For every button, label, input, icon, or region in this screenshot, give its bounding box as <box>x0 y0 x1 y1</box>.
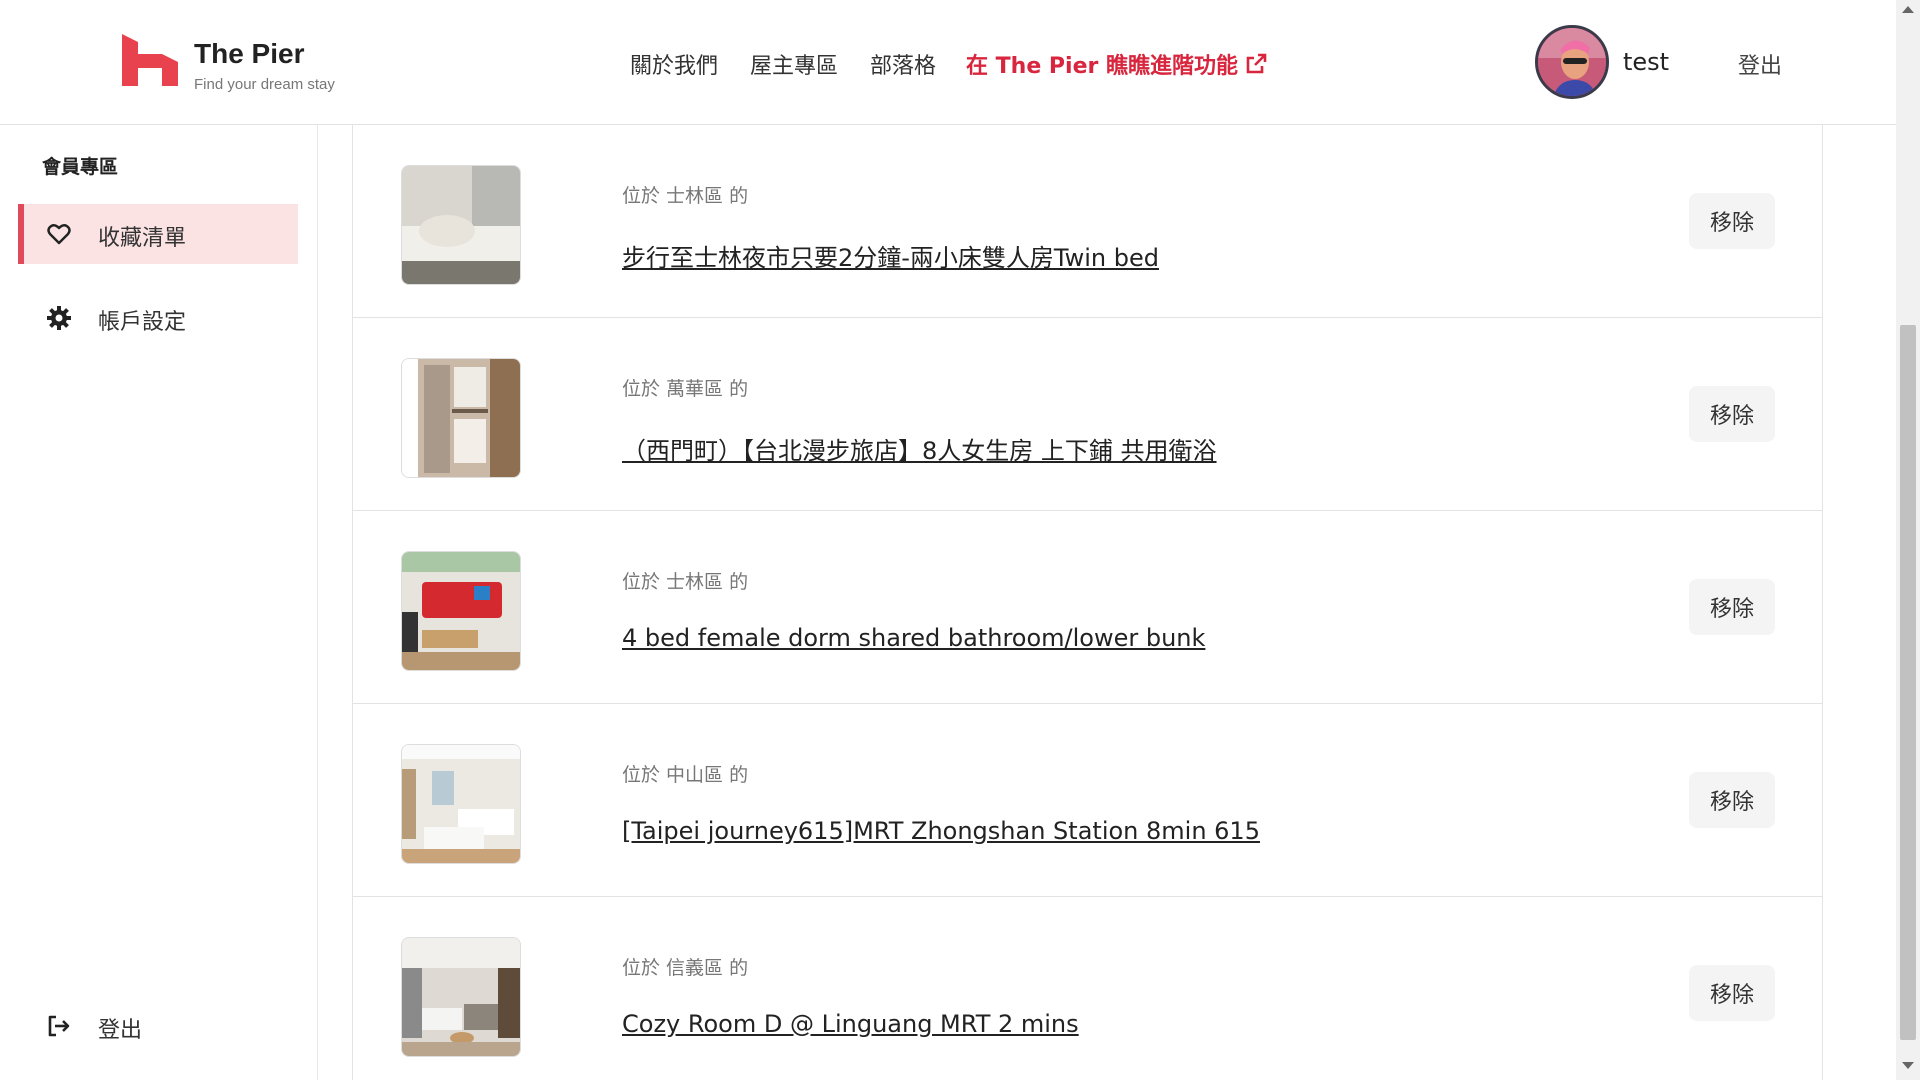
listing-thumbnail[interactable] <box>401 165 521 285</box>
logo-icon[interactable] <box>122 34 178 86</box>
listing-thumbnail[interactable] <box>401 744 521 864</box>
sidebar: 會員專區 收藏清單 帳戶設定 登出 <box>0 125 318 1080</box>
sidebar-item-account-settings[interactable]: 帳戶設定 <box>18 288 298 348</box>
listing-title-link[interactable]: 4 bed female dorm shared bathroom/lower … <box>622 624 1205 652</box>
header-logout-link[interactable]: 登出 <box>1738 48 1782 80</box>
external-link-icon <box>1246 53 1267 74</box>
listing-location: 位於 中山區 的 <box>622 764 749 786</box>
listing-title-link[interactable]: Cozy Room D @ Linguang MRT 2 mins <box>622 1010 1079 1038</box>
page-scrollbar[interactable] <box>1896 0 1920 1080</box>
scroll-down-arrow-icon[interactable] <box>1902 1062 1914 1069</box>
scrollbar-thumb[interactable] <box>1900 325 1916 1040</box>
top-header: The Pier Find your dream stay 關於我們 屋主專區 … <box>0 0 1896 125</box>
remove-button[interactable]: 移除 <box>1689 579 1775 635</box>
heart-icon <box>47 224 71 245</box>
nav-advanced-features[interactable]: 在 The Pier 瞧瞧進階功能 <box>966 48 1268 80</box>
listing-location: 位於 萬華區 的 <box>622 378 749 400</box>
scroll-up-arrow-icon[interactable] <box>1902 6 1914 13</box>
avatar-image <box>1538 28 1606 96</box>
sidebar-title: 會員專區 <box>42 156 119 178</box>
remove-button[interactable]: 移除 <box>1689 772 1775 828</box>
sidebar-logout-label: 登出 <box>98 1018 143 1043</box>
listing-title-link[interactable]: （西門町）【台北漫步旅店】8人女生房 上下鋪 共用衛浴 <box>622 431 1217 466</box>
listing-title-link[interactable]: 步行至士林夜市只要2分鐘-兩小床雙人房Twin bed <box>622 238 1159 273</box>
list-item: 位於 萬華區 的 （西門町）【台北漫步旅店】8人女生房 上下鋪 共用衛浴 移除 <box>353 318 1822 511</box>
listing-thumbnail[interactable] <box>401 937 521 1057</box>
nav-host[interactable]: 屋主專區 <box>750 48 838 80</box>
listing-location: 位於 信義區 的 <box>622 957 749 979</box>
brand-tagline: Find your dream stay <box>194 76 335 93</box>
nav-blog[interactable]: 部落格 <box>870 48 936 80</box>
logout-icon <box>48 1015 70 1037</box>
listing-location: 位於 士林區 的 <box>622 185 749 207</box>
list-item: 位於 士林區 的 步行至士林夜市只要2分鐘-兩小床雙人房Twin bed 移除 <box>353 125 1822 318</box>
listing-thumbnail[interactable] <box>401 358 521 478</box>
nav-about[interactable]: 關於我們 <box>630 48 718 80</box>
listing-location: 位於 士林區 的 <box>622 571 749 593</box>
remove-button[interactable]: 移除 <box>1689 193 1775 249</box>
sidebar-item-favorites[interactable]: 收藏清單 <box>18 204 298 264</box>
list-item: 位於 中山區 的 [Taipei journey615]MRT Zhongsha… <box>353 704 1822 897</box>
avatar[interactable] <box>1535 25 1609 99</box>
sidebar-logout[interactable]: 登出 <box>18 996 298 1056</box>
listing-title-link[interactable]: [Taipei journey615]MRT Zhongshan Station… <box>622 817 1260 845</box>
brand-name[interactable]: The Pier <box>194 38 304 70</box>
gear-icon <box>47 306 71 330</box>
remove-button[interactable]: 移除 <box>1689 965 1775 1021</box>
favorites-list: 位於 士林區 的 步行至士林夜市只要2分鐘-兩小床雙人房Twin bed 移除 … <box>352 125 1823 1080</box>
username[interactable]: test <box>1623 48 1669 76</box>
listing-thumbnail[interactable] <box>401 551 521 671</box>
sidebar-item-label: 帳戶設定 <box>98 310 187 335</box>
list-item: 位於 信義區 的 Cozy Room D @ Linguang MRT 2 mi… <box>353 897 1822 1080</box>
remove-button[interactable]: 移除 <box>1689 386 1775 442</box>
sidebar-item-label: 收藏清單 <box>98 226 187 251</box>
nav-advanced-label: 在 The Pier 瞧瞧進階功能 <box>966 54 1239 79</box>
list-item: 位於 士林區 的 4 bed female dorm shared bathro… <box>353 511 1822 704</box>
